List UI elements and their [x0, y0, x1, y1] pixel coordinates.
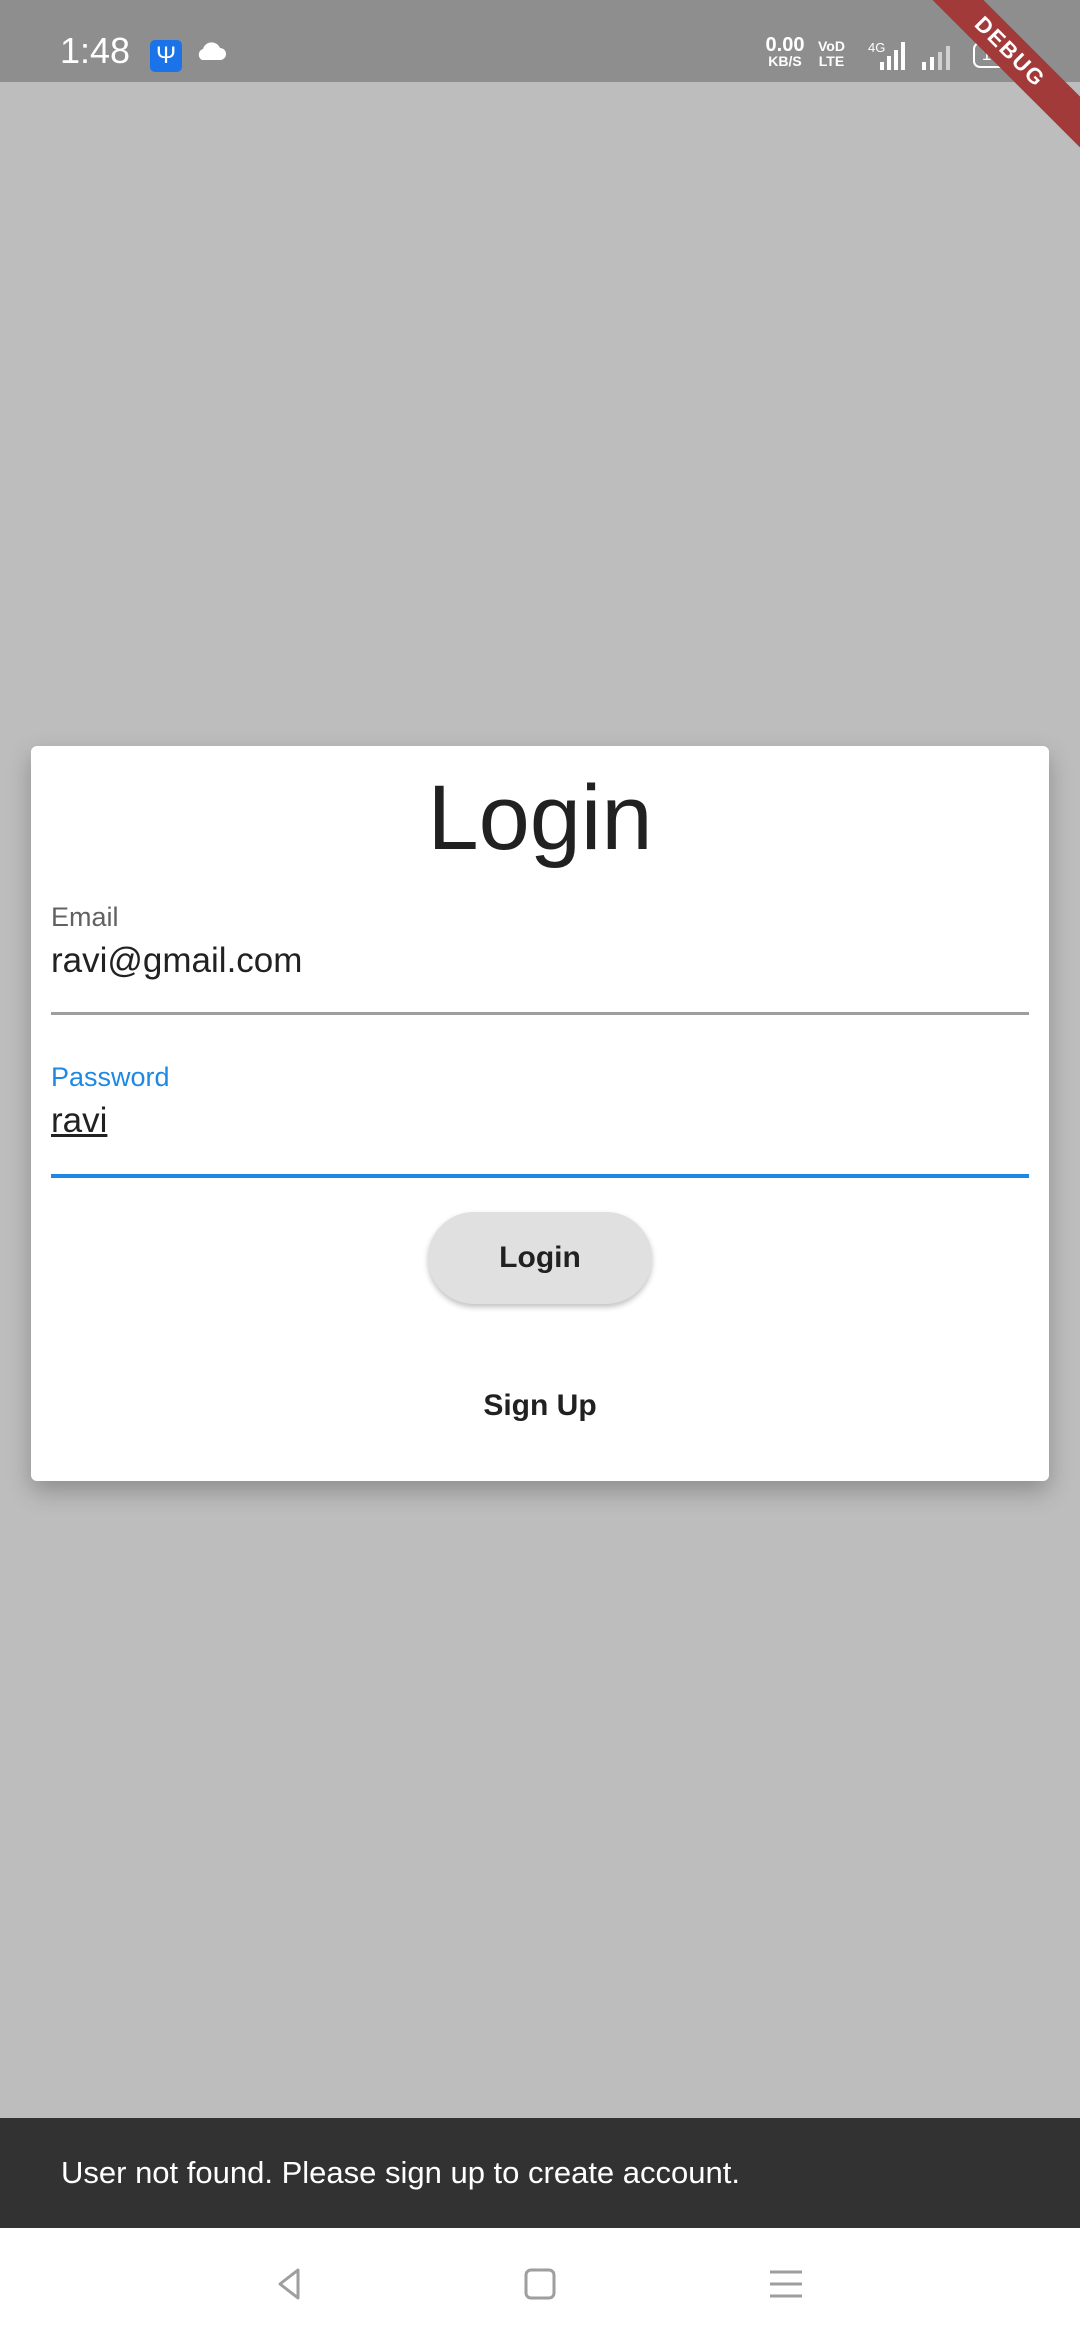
- back-icon[interactable]: [266, 2260, 314, 2308]
- sign-up-button[interactable]: Sign Up: [471, 1376, 609, 1436]
- recents-icon[interactable]: [762, 2260, 810, 2308]
- email-field[interactable]: Email ravi@gmail.com: [51, 902, 1029, 1015]
- volte-line-1: VoD: [818, 38, 845, 54]
- volte-indicator: VoD LTE: [818, 39, 845, 69]
- cloud-icon: [198, 42, 226, 60]
- password-label: Password: [51, 1062, 170, 1092]
- home-icon[interactable]: [516, 2260, 564, 2308]
- network-speed: 0.00 KB/S: [758, 34, 812, 69]
- status-time: 1:48: [60, 30, 131, 71]
- signal-4g-icon: 4G: [868, 40, 905, 70]
- usb-icon: Ψ: [150, 40, 182, 72]
- navigation-bar: [0, 2228, 1080, 2340]
- status-bar: 1:48 Ψ 0.00 KB/S VoD LTE 4G 100 DEBUG: [0, 0, 1080, 164]
- network-speed-value: 0.00: [765, 34, 805, 56]
- password-field[interactable]: Password ravi: [51, 1062, 1029, 1178]
- network-type-label: 4G: [868, 40, 885, 55]
- login-button[interactable]: Login: [428, 1212, 652, 1304]
- signal-icon: [922, 46, 950, 70]
- volte-line-2: LTE: [818, 53, 845, 69]
- debug-banner: DEBUG: [898, 0, 1080, 164]
- email-label: Email: [51, 902, 119, 932]
- snackbar-message: User not found. Please sign up to create…: [61, 2155, 740, 2190]
- password-input[interactable]: ravi: [51, 1101, 1029, 1141]
- snackbar: User not found. Please sign up to create…: [0, 2118, 1080, 2228]
- email-input[interactable]: ravi@gmail.com: [51, 941, 1029, 981]
- login-card: Login Email ravi@gmail.com Password ravi…: [31, 746, 1049, 1481]
- page-title: Login: [427, 767, 653, 869]
